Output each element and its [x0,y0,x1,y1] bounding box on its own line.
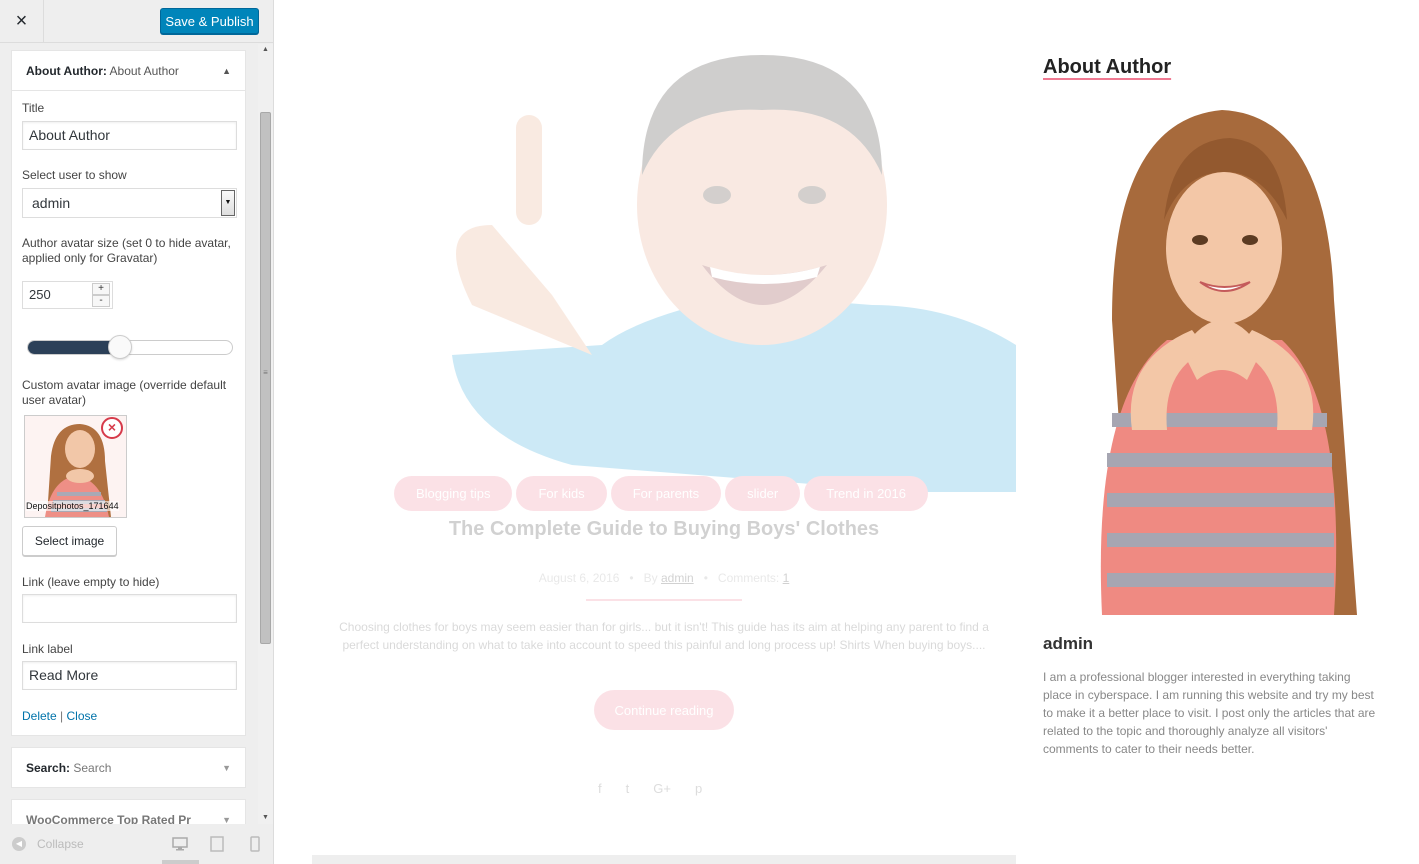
close-customizer-button[interactable]: × [0,0,44,43]
slider-handle[interactable] [107,335,132,359]
twitter-icon[interactable]: t [626,781,630,796]
facebook-icon[interactable]: f [598,781,602,796]
tag-blogging-tips[interactable]: Blogging tips [394,476,513,511]
comments-label: Comments: [717,571,780,585]
avatar-size-input[interactable]: 250 + - [22,281,113,309]
post-date: August 6, 2016 [538,571,620,585]
google-plus-icon[interactable]: G+ [653,781,671,796]
comments-count-link[interactable]: 1 [783,571,790,585]
title-input[interactable]: About Author [22,121,237,150]
increment-button[interactable]: + [92,283,110,295]
scroll-down-arrow-icon[interactable]: ▼ [258,812,273,824]
dropdown-arrow-icon[interactable]: ▼ [221,190,235,216]
widget-list: About Author: About Author ▲ Title About… [0,44,258,824]
woocommerce-widget[interactable]: WooCommerce Top Rated Pr ▼ [11,799,246,824]
post-author-link[interactable]: admin [661,571,694,585]
sidebar-footer: ◀ Collapse [0,824,273,864]
pinterest-icon[interactable]: p [695,781,702,796]
post-meta: August 6, 2016 • By admin • Comments: 1 [538,571,790,585]
link-label: Link (leave empty to hide) [22,575,160,589]
widget-type: WooCommerce Top Rated Pr [26,813,191,824]
next-post-strip [312,855,1016,864]
author-avatar-image [1100,110,1357,615]
tag-for-parents[interactable]: For parents [610,476,722,511]
post-excerpt: Choosing clothes for boys may seem easie… [339,620,989,652]
continue-reading-button[interactable]: Continue reading [594,690,734,730]
widget-type: About Author: [26,63,107,78]
share-icons: f t G+ p [598,781,702,796]
collapse-arrow-icon[interactable]: ▲ [222,66,231,76]
avatar-caption: Depositphotos_171644 [26,501,119,511]
widget-name: About Author [109,63,179,78]
collapse-label[interactable]: Collapse [37,837,84,851]
sidebar-scrollbar[interactable]: ▲ ≡ ▼ [258,44,273,824]
widget-name: Search [73,761,112,775]
tag-trend-2016[interactable]: Trend in 2016 [804,476,928,511]
link-input[interactable] [22,594,237,623]
grip-icon: ≡ [263,368,268,377]
widget-actions: Delete | Close [22,709,97,723]
active-device-indicator [162,860,199,864]
desktop-preview-icon[interactable] [172,836,188,852]
post-card: Blogging tips For kids For parents slide… [312,55,1016,796]
title-label: Title [22,101,45,115]
author-bio: I am a professional blogger interested i… [1043,670,1376,756]
user-select-label: Select user to show [22,168,127,182]
delete-link[interactable]: Delete [22,709,57,723]
link-text-input[interactable]: Read More [22,661,237,690]
user-select-value: admin [32,195,71,211]
post-tags: Blogging tips For kids For parents slide… [394,476,928,511]
scroll-thumb[interactable]: ≡ [260,112,271,644]
expand-arrow-icon[interactable]: ▼ [222,815,231,824]
tag-for-kids[interactable]: For kids [516,476,607,511]
avatar-size-value: 250 [29,287,51,302]
by-label: By [643,571,658,585]
widget-header[interactable]: WooCommerce Top Rated Pr ▼ [12,800,245,824]
link-text-label: Link label [22,642,73,656]
post-title[interactable]: The Complete Guide to Buying Boys' Cloth… [312,518,1016,541]
expand-arrow-icon[interactable]: ▼ [222,763,231,773]
sidebar-header: × Save & Publish [0,0,273,43]
close-link[interactable]: Close [67,709,98,723]
site-preview: Blogging tips For kids For parents slide… [274,0,1419,864]
mobile-preview-icon[interactable] [247,836,263,852]
collapse-icon[interactable]: ◀ [12,837,26,851]
decrement-button[interactable]: - [92,295,110,307]
tag-slider[interactable]: slider [725,476,801,511]
close-icon: × [15,10,28,32]
divider [586,599,742,601]
widget-type: Search: [26,761,71,775]
scroll-up-arrow-icon[interactable]: ▲ [258,44,273,56]
user-select[interactable]: admin ▼ [22,188,237,218]
avatar-size-label: Author avatar size (set 0 to hide avatar… [22,236,231,265]
post-featured-image[interactable] [312,55,1016,492]
widget-header[interactable]: About Author: About Author ▲ [12,51,245,91]
link-separator: | [60,709,64,723]
about-author-heading: About Author [1043,56,1172,78]
remove-image-icon[interactable]: × [101,417,123,439]
customizer-screen: × Save & Publish About Author: About Aut… [0,0,1419,864]
author-name: admin [1043,634,1094,653]
slider-fill [28,341,121,354]
custom-avatar-label: Custom avatar image (override default us… [22,378,227,407]
tablet-preview-icon[interactable] [209,836,225,852]
search-widget[interactable]: Search: Search ▼ [11,747,246,788]
select-image-button[interactable]: Select image [22,526,117,556]
widget-header[interactable]: Search: Search ▼ [12,748,245,788]
about-author-widget: About Author: About Author ▲ Title About… [11,50,246,736]
customizer-sidebar: × Save & Publish About Author: About Aut… [0,0,274,864]
save-publish-button[interactable]: Save & Publish [160,8,259,34]
